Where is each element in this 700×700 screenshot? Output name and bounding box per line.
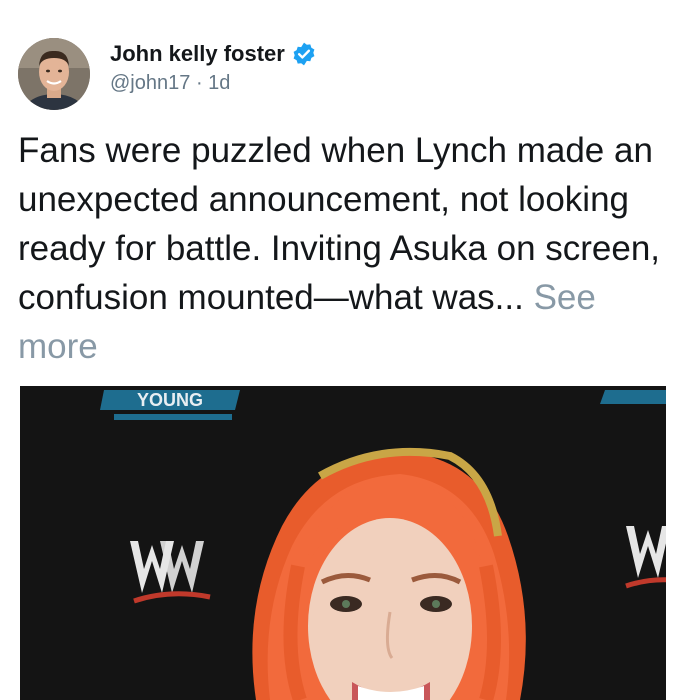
author-block: John kelly foster @john17 · 1d <box>110 40 317 95</box>
post-media[interactable]: YOUNG <box>20 386 666 700</box>
post-time[interactable]: 1d <box>208 72 230 94</box>
avatar-image <box>18 38 90 110</box>
avatar[interactable] <box>18 38 90 110</box>
media-image: YOUNG <box>20 386 666 700</box>
post-text: Fans were puzzled when Lynch made an une… <box>18 126 682 371</box>
post-header: John kelly foster @john17 · 1d <box>18 38 682 110</box>
meta-separator: · <box>195 72 203 94</box>
post-meta: @john17 · 1d <box>110 72 317 95</box>
author-name[interactable]: John kelly foster <box>110 41 285 67</box>
author-handle[interactable]: @john17 <box>110 72 190 94</box>
verified-badge-icon <box>291 41 317 67</box>
backdrop-text: YOUNG <box>137 390 203 410</box>
